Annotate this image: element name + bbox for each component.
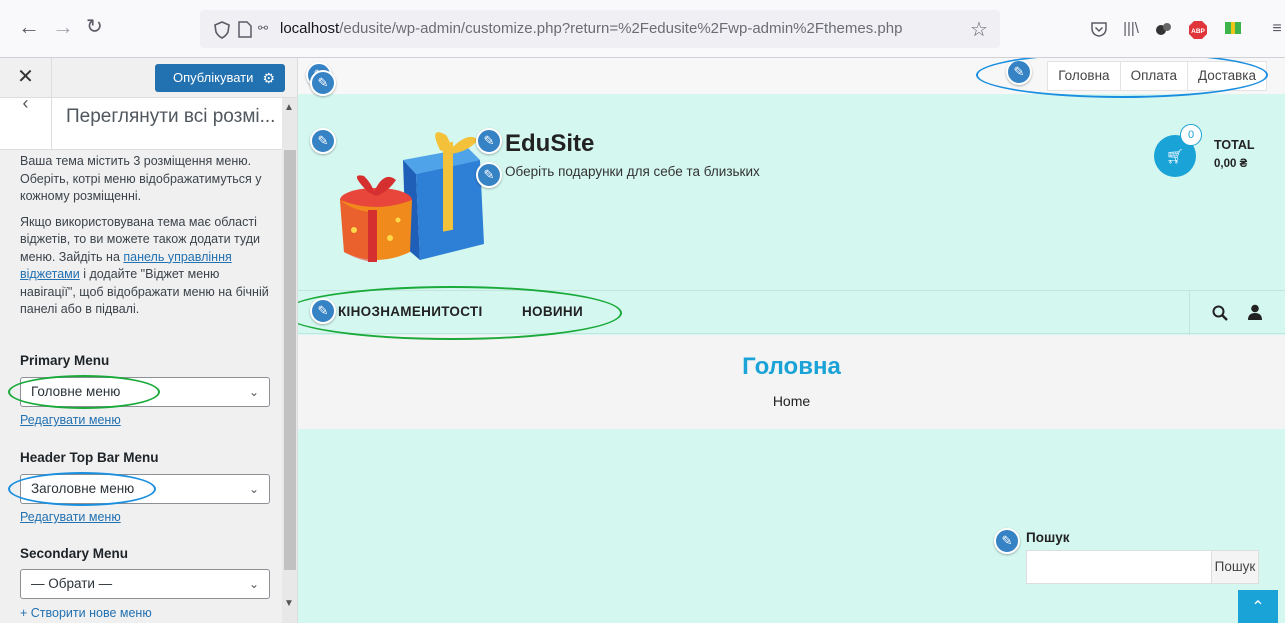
close-icon[interactable]: ✕ xyxy=(0,58,52,98)
sidebar-scrollbar[interactable]: ▲ ▼ xyxy=(282,98,297,623)
scroll-thumb[interactable] xyxy=(284,150,296,570)
site-title[interactable]: EduSite xyxy=(505,130,594,158)
edit-primary-menu-link[interactable]: Редагувати меню xyxy=(20,413,121,427)
secondary-menu-selected: — Обрати — xyxy=(31,576,113,591)
back-arrow-icon[interactable]: ← xyxy=(18,16,40,38)
edit-shortcut-pencil-icon[interactable]: ✎ xyxy=(310,298,336,324)
address-bar[interactable]: ⚯ localhost/edusite/wp-admin/customize.p… xyxy=(200,10,1000,48)
search-input[interactable] xyxy=(1026,550,1212,584)
extension-icon[interactable] xyxy=(1155,20,1173,38)
top-menu-item-home[interactable]: Головна xyxy=(1048,62,1119,90)
scroll-up-icon[interactable]: ▲ xyxy=(284,102,294,113)
page-icon xyxy=(238,21,252,38)
scroll-down-icon[interactable]: ▼ xyxy=(284,598,294,609)
site-preview: ✎ ✎ Головна Оплата Доставка ✎ ✎ ✎ EduSit… xyxy=(298,58,1285,623)
search-widget-label: Пошук xyxy=(1026,530,1070,545)
header-top-bar-menu-selected: Заголовне меню xyxy=(31,481,135,496)
flag-extension-icon[interactable] xyxy=(1224,20,1242,38)
secondary-menu-select[interactable]: — Обрати — ⌄ xyxy=(20,569,270,599)
description-paragraph-2: Якщо використовувана тема має області ві… xyxy=(20,214,270,319)
edit-shortcut-pencil-icon[interactable]: ✎ xyxy=(994,528,1020,554)
nav-tools xyxy=(1189,291,1285,335)
primary-menu-select[interactable]: Головне меню ⌄ xyxy=(20,377,270,407)
edit-shortcut-pencil-icon[interactable]: ✎ xyxy=(310,70,336,96)
header-top-bar-menu-select[interactable]: Заголовне меню ⌄ xyxy=(20,474,270,504)
customizer-sidebar: ✕ Опублікувати ⚙ ‹ Переглянути всі розмі… xyxy=(0,58,298,623)
pocket-icon[interactable] xyxy=(1090,20,1108,38)
user-icon[interactable] xyxy=(1248,304,1262,320)
primary-navigation: ✎ КІНОЗНАМЕНИТОСТІ НОВИНИ xyxy=(298,290,1285,335)
nav-item-celebrities[interactable]: КІНОЗНАМЕНИТОСТІ xyxy=(338,304,483,319)
cart-total-label: TOTAL xyxy=(1214,138,1255,152)
create-new-menu-link[interactable]: + Створити нове меню xyxy=(20,606,152,620)
primary-menu-selected: Головне меню xyxy=(31,384,121,399)
adblock-icon[interactable]: ABP xyxy=(1188,20,1207,39)
section-title: Переглянути всі розмі... xyxy=(66,106,276,127)
browser-toolbar: ← → ↻ ⚯ localhost/edusite/wp-admin/custo… xyxy=(0,0,1285,58)
edit-shortcut-pencil-icon[interactable]: ✎ xyxy=(476,128,502,154)
header-top-bar: ✎ ✎ Головна Оплата Доставка ✎ xyxy=(298,58,1285,96)
search-button[interactable]: Пошук xyxy=(1211,550,1259,584)
chevron-down-icon: ⌄ xyxy=(248,577,259,591)
site-tagline: Оберіть подарунки для себе та близьких xyxy=(505,164,760,179)
section-title-bar: ‹ Переглянути всі розмі... xyxy=(0,94,282,150)
menu-icon[interactable]: ≡ xyxy=(1268,20,1285,38)
customizer-header: ✕ Опублікувати ⚙ xyxy=(0,58,297,98)
forward-arrow-icon[interactable]: → xyxy=(52,16,74,38)
url-path: /edusite/wp-admin/customize.php?return=%… xyxy=(339,20,903,37)
page-header: Головна Home xyxy=(298,335,1285,429)
top-menu-item-delivery[interactable]: Доставка xyxy=(1187,62,1266,90)
page-title: Головна xyxy=(742,353,841,380)
url-host: localhost xyxy=(280,20,340,37)
publish-button[interactable]: Опублікувати ⚙ xyxy=(155,64,285,92)
nav-item-news[interactable]: НОВИНИ xyxy=(522,304,583,319)
url-text: localhost/edusite/wp-admin/customize.php… xyxy=(280,20,902,37)
gear-icon[interactable]: ⚙ xyxy=(262,64,275,92)
back-chevron-icon[interactable]: ‹ xyxy=(0,94,52,150)
edit-shortcut-pencil-icon[interactable]: ✎ xyxy=(476,162,502,188)
chevron-down-icon: ⌄ xyxy=(248,482,259,496)
publish-label: Опублікувати xyxy=(173,70,254,85)
header-top-bar-menu-label: Header Top Bar Menu xyxy=(20,450,159,465)
edit-header-top-bar-menu-link[interactable]: Редагувати меню xyxy=(20,510,121,524)
search-icon[interactable] xyxy=(1212,305,1228,321)
shield-icon[interactable] xyxy=(214,21,230,39)
top-bar-menu: Головна Оплата Доставка xyxy=(1047,61,1267,91)
bookmark-star-icon[interactable]: ☆ xyxy=(970,17,988,42)
edit-shortcut-pencil-icon[interactable]: ✎ xyxy=(1006,59,1032,85)
breadcrumb[interactable]: Home xyxy=(298,393,1285,409)
scroll-to-top-icon[interactable]: ⌃ xyxy=(1238,590,1278,623)
reload-icon[interactable]: ↻ xyxy=(86,16,103,38)
menu-locations-description: Ваша тема містить 3 розміщення меню. Обе… xyxy=(20,153,270,327)
chevron-down-icon: ⌄ xyxy=(248,385,259,399)
top-menu-item-payment[interactable]: Оплата xyxy=(1119,62,1187,90)
svg-text:ABP: ABP xyxy=(1191,28,1205,35)
permissions-icon[interactable]: ⚯ xyxy=(258,21,268,35)
description-paragraph-1: Ваша тема містить 3 розміщення меню. Обе… xyxy=(20,154,262,203)
primary-menu-label: Primary Menu xyxy=(20,353,110,368)
secondary-menu-label: Secondary Menu xyxy=(20,546,129,561)
cart-total-value: 0,00 ₴ xyxy=(1214,158,1248,170)
library-icon[interactable]: |||\ xyxy=(1122,20,1140,38)
cart-count-badge: 0 xyxy=(1180,124,1202,146)
